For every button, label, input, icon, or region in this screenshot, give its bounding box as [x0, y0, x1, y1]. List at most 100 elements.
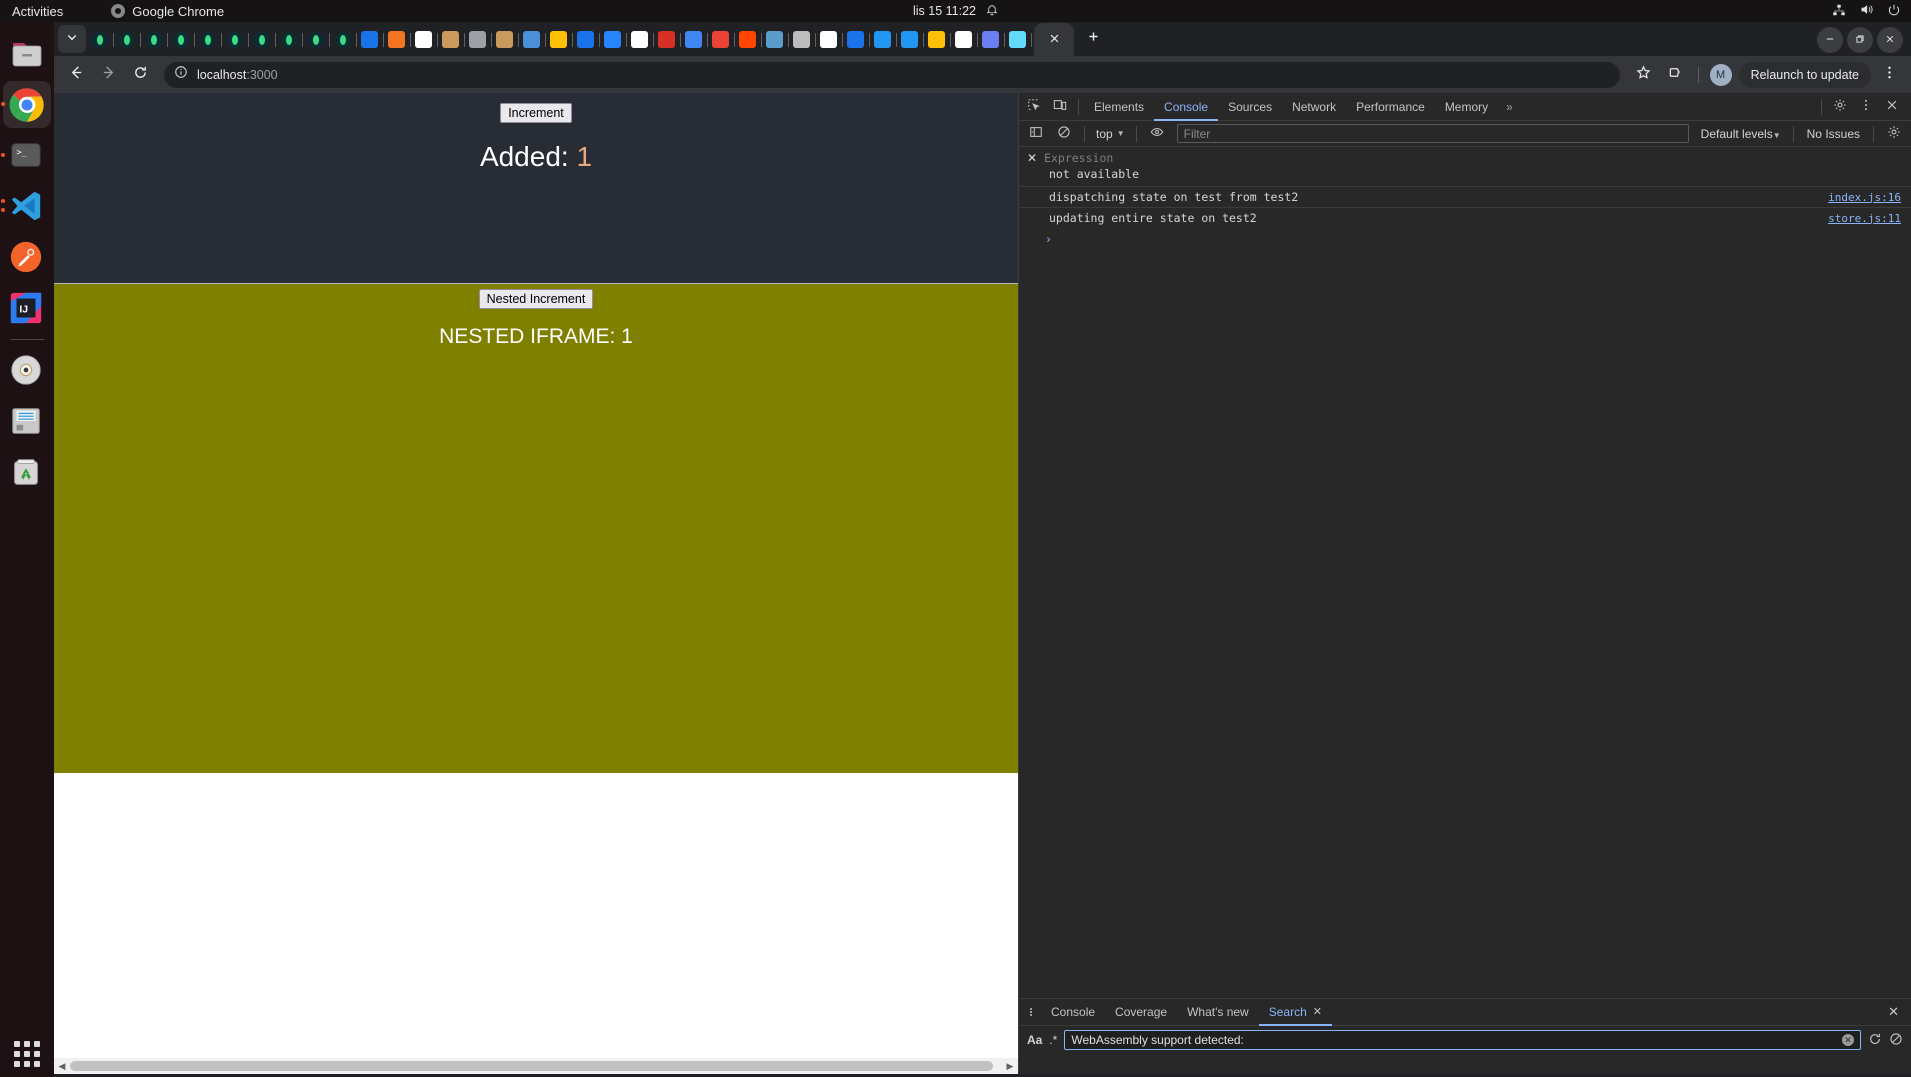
execution-context-selector[interactable]: top ▼	[1092, 127, 1129, 141]
tab-4[interactable]	[194, 23, 222, 56]
log-levels-dropdown[interactable]: Default levels▼	[1696, 127, 1786, 141]
active-app-indicator[interactable]: Google Chrome	[111, 4, 224, 19]
system-status-menu[interactable]	[1832, 2, 1901, 20]
tab-28[interactable]	[842, 23, 870, 56]
refresh-search-button[interactable]	[1868, 1032, 1882, 1049]
tab-12[interactable]	[410, 23, 438, 56]
dock-item-terminal[interactable]: >_	[0, 130, 54, 181]
devtools-tab-memory[interactable]: Memory	[1435, 93, 1498, 121]
tab-9[interactable]	[329, 23, 357, 56]
tab-31[interactable]	[923, 23, 951, 56]
back-button[interactable]	[62, 61, 90, 89]
inspect-element-button[interactable]	[1021, 94, 1047, 120]
dock-item-google-chrome[interactable]	[0, 79, 54, 130]
tab-13[interactable]	[437, 23, 465, 56]
forward-button[interactable]	[94, 61, 122, 89]
tab-17[interactable]	[545, 23, 573, 56]
tab-1[interactable]	[113, 23, 141, 56]
close-icon[interactable]: ✕	[1313, 999, 1322, 1026]
tab-3[interactable]	[167, 23, 195, 56]
chevron-right-icon[interactable]: ▶	[1002, 1061, 1018, 1072]
tab-22[interactable]	[680, 23, 708, 56]
tab-23[interactable]	[707, 23, 735, 56]
tab-7[interactable]	[275, 23, 303, 56]
dock-item-files[interactable]	[0, 28, 54, 79]
tab-5[interactable]	[221, 23, 249, 56]
device-toolbar-button[interactable]	[1047, 94, 1073, 120]
tab-29[interactable]	[869, 23, 897, 56]
drawer-tab-coverage[interactable]: Coverage	[1105, 999, 1177, 1026]
dock-item-disk-image[interactable]	[0, 345, 54, 396]
drawer-close-button[interactable]: ✕	[1878, 1004, 1909, 1020]
dock-item-trash[interactable]	[0, 447, 54, 498]
extensions-button[interactable]	[1662, 61, 1690, 89]
devtools-tab-performance[interactable]: Performance	[1346, 93, 1435, 121]
minimize-button[interactable]	[1817, 27, 1843, 53]
devtools-tab-network[interactable]: Network	[1282, 93, 1346, 121]
close-window-button[interactable]	[1877, 27, 1903, 53]
address-bar[interactable]: localhost:3000	[164, 61, 1620, 88]
clear-results-button[interactable]	[1889, 1032, 1903, 1049]
tab-0[interactable]	[86, 23, 114, 56]
close-icon[interactable]	[1049, 31, 1060, 49]
search-input[interactable]: WebAssembly support detected: ✕	[1064, 1030, 1861, 1050]
maximize-button[interactable]	[1847, 27, 1873, 53]
devtools-tab-console[interactable]: Console	[1154, 93, 1218, 121]
chrome-menu-button[interactable]	[1875, 61, 1903, 89]
devtools-settings-button[interactable]	[1827, 94, 1853, 120]
tab-20[interactable]	[626, 23, 654, 56]
scrollbar-thumb[interactable]	[70, 1061, 993, 1071]
tab-active[interactable]	[1034, 23, 1074, 56]
tab-27[interactable]	[815, 23, 843, 56]
tab-19[interactable]	[599, 23, 627, 56]
increment-button[interactable]: Increment	[500, 103, 572, 123]
relaunch-to-update-button[interactable]: Relaunch to update	[1738, 61, 1871, 88]
devtools-tab-elements[interactable]: Elements	[1084, 93, 1154, 121]
bookmark-button[interactable]	[1630, 61, 1658, 89]
new-tab-button[interactable]	[1079, 25, 1107, 53]
tab-8[interactable]	[302, 23, 330, 56]
more-tabs-button[interactable]: »	[1498, 100, 1521, 114]
drawer-menu-button[interactable]	[1021, 1007, 1041, 1017]
scrollbar-track[interactable]	[70, 1058, 1002, 1074]
tab-26[interactable]	[788, 23, 816, 56]
page-horizontal-scrollbar[interactable]: ◀ ▶	[54, 1058, 1018, 1074]
profile-button[interactable]: M	[1707, 61, 1735, 89]
tab-15[interactable]	[491, 23, 519, 56]
show-applications-button[interactable]	[0, 1041, 54, 1067]
devtools-menu-button[interactable]	[1853, 94, 1879, 120]
tab-2[interactable]	[140, 23, 168, 56]
clear-console-button[interactable]	[1051, 121, 1077, 147]
devtools-close-button[interactable]	[1879, 94, 1905, 120]
tab-21[interactable]	[653, 23, 681, 56]
dock-item-vs-code[interactable]	[0, 181, 54, 232]
drawer-tab-search[interactable]: Search ✕	[1259, 999, 1332, 1026]
tab-24[interactable]	[734, 23, 762, 56]
close-icon[interactable]: ✕	[1027, 151, 1037, 165]
activities-button[interactable]: Activities	[12, 4, 63, 19]
tab-18[interactable]	[572, 23, 600, 56]
tab-14[interactable]	[464, 23, 492, 56]
issues-counter[interactable]: No Issues	[1801, 127, 1866, 141]
match-case-button[interactable]: Aa	[1027, 1033, 1042, 1047]
regex-button[interactable]: .*	[1049, 1033, 1057, 1047]
tab-search-button[interactable]	[58, 25, 86, 53]
tab-6[interactable]	[248, 23, 276, 56]
nested-increment-button[interactable]: Nested Increment	[478, 289, 594, 309]
console-message-source[interactable]: index.js:16	[1828, 191, 1901, 204]
tab-33[interactable]	[977, 23, 1005, 56]
drawer-tab-what-s-new[interactable]: What's new	[1177, 999, 1259, 1026]
tab-30[interactable]	[896, 23, 924, 56]
tab-32[interactable]	[950, 23, 978, 56]
chevron-left-icon[interactable]: ◀	[54, 1061, 70, 1072]
dock-item-intellij-idea[interactable]: IJ	[0, 283, 54, 334]
tab-25[interactable]	[761, 23, 789, 56]
clear-input-icon[interactable]: ✕	[1842, 1034, 1854, 1046]
info-circle-icon[interactable]	[174, 65, 188, 84]
live-expression-button[interactable]	[1144, 121, 1170, 147]
dock-item-postman[interactable]	[0, 232, 54, 283]
console-filter-input[interactable]: Filter	[1176, 124, 1689, 143]
devtools-tab-sources[interactable]: Sources	[1218, 93, 1282, 121]
dock-item-floppy-drive[interactable]	[0, 396, 54, 447]
console-message-source[interactable]: store.js:11	[1828, 212, 1901, 225]
